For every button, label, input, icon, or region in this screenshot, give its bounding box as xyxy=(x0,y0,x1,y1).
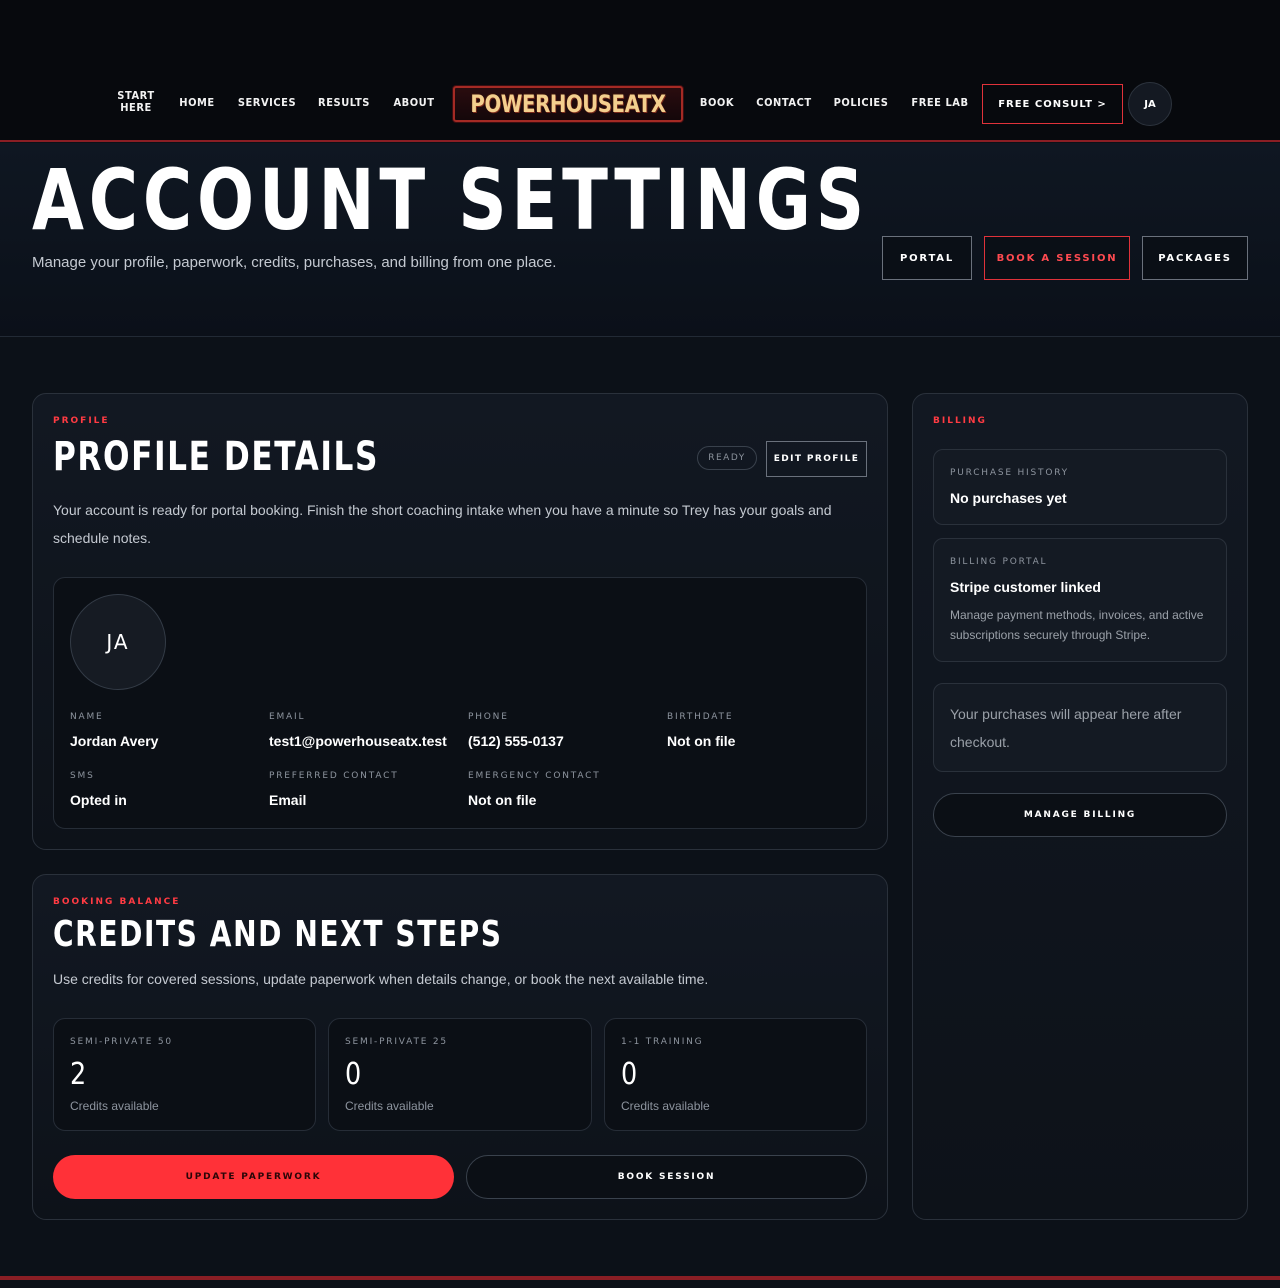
nav-policies[interactable]: POLICIES xyxy=(831,62,890,142)
billing-portal-value: Stripe customer linked xyxy=(950,579,1101,595)
purchase-history-box: PURCHASE HISTORY No purchases yet xyxy=(933,449,1227,525)
credit-box-semi-private-50: SEMI-PRIVATE 50 2 Credits available xyxy=(53,1018,316,1131)
nav-home[interactable]: HOME xyxy=(175,62,220,142)
credit-label: 1-1 TRAINING xyxy=(621,1037,704,1047)
nav-free-lab[interactable]: FREE LAB xyxy=(909,62,970,142)
credits-title: CREDITS AND NEXT STEPS xyxy=(53,914,503,955)
nav-book[interactable]: BOOK xyxy=(696,62,737,142)
purchase-history-label: PURCHASE HISTORY xyxy=(950,468,1069,478)
credit-sub: Credits available xyxy=(345,1099,434,1113)
top-strip xyxy=(0,0,1280,62)
nav-contact[interactable]: CONTACT xyxy=(755,62,813,142)
page-title: ACCOUNT SETTINGS xyxy=(32,151,869,249)
field-value-sms: Opted in xyxy=(70,792,127,808)
credit-sub: Credits available xyxy=(621,1099,710,1113)
credit-label: SEMI-PRIVATE 50 xyxy=(70,1037,173,1047)
nav-results[interactable]: RESULTS xyxy=(315,62,373,142)
manage-billing-button[interactable]: MANAGE BILLING xyxy=(933,793,1227,837)
purchases-empty-note: Your purchases will appear here after ch… xyxy=(950,706,1182,750)
status-badge: READY xyxy=(697,446,757,470)
credit-count: 2 xyxy=(70,1057,87,1092)
credit-sub: Credits available xyxy=(70,1099,159,1113)
field-label-birthdate: BIRTHDATE xyxy=(667,712,734,722)
purchase-history-value: No purchases yet xyxy=(950,490,1067,506)
purchases-empty-box: Your purchases will appear here after ch… xyxy=(933,683,1227,772)
update-paperwork-button[interactable]: UPDATE PAPERWORK xyxy=(53,1155,454,1199)
nav-about[interactable]: ABOUT xyxy=(391,62,438,142)
packages-button[interactable]: PACKAGES xyxy=(1142,236,1248,280)
profile-info-box xyxy=(53,577,867,829)
field-value-name: Jordan Avery xyxy=(70,733,159,749)
field-label-email: EMAIL xyxy=(269,712,306,722)
credit-box-semi-private-25: SEMI-PRIVATE 25 0 Credits available xyxy=(328,1018,592,1131)
field-label-name: NAME xyxy=(70,712,104,722)
brand-logo[interactable]: POWERHOUSEATX xyxy=(453,86,683,122)
nav-start-here[interactable]: START HERE xyxy=(114,62,157,142)
page-subtitle: Manage your profile, paperwork, credits,… xyxy=(32,254,557,271)
book-session-button[interactable]: BOOK SESSION xyxy=(466,1155,867,1199)
credit-count: 0 xyxy=(621,1057,638,1092)
bottom-accent-bar xyxy=(0,1276,1280,1280)
billing-portal-box: BILLING PORTAL Stripe customer linked Ma… xyxy=(933,538,1227,662)
billing-eyebrow: BILLING xyxy=(933,416,987,426)
user-avatar-button[interactable]: JA xyxy=(1128,82,1172,126)
avatar: JA xyxy=(70,594,166,690)
billing-portal-note: Manage payment methods, invoices, and ac… xyxy=(950,608,1204,642)
credit-label: SEMI-PRIVATE 25 xyxy=(345,1037,448,1047)
field-label-emergency-contact: EMERGENCY CONTACT xyxy=(468,771,601,781)
nav-start-here-line2: HERE xyxy=(120,101,152,114)
field-value-email: test1@powerhouseatx.test xyxy=(269,733,447,749)
portal-button[interactable]: PORTAL xyxy=(882,236,972,280)
nav-services[interactable]: SERVICES xyxy=(236,62,299,142)
credits-eyebrow: BOOKING BALANCE xyxy=(53,897,181,907)
credit-count: 0 xyxy=(345,1057,362,1092)
free-consult-button[interactable]: FREE CONSULT > xyxy=(982,84,1123,124)
field-label-preferred-contact: PREFERRED CONTACT xyxy=(269,771,399,781)
profile-title: PROFILE DETAILS xyxy=(53,434,379,480)
field-label-phone: PHONE xyxy=(468,712,509,722)
book-a-session-button[interactable]: BOOK A SESSION xyxy=(984,236,1130,280)
edit-profile-button[interactable]: EDIT PROFILE xyxy=(766,441,867,477)
brand-logo-text: POWERHOUSEATX xyxy=(470,90,666,118)
field-value-emergency-contact: Not on file xyxy=(468,792,537,808)
profile-eyebrow: PROFILE xyxy=(53,416,110,426)
field-label-sms: SMS xyxy=(70,771,95,781)
profile-description: Your account is ready for portal booking… xyxy=(53,502,832,546)
credit-box-1-1-training: 1-1 TRAINING 0 Credits available xyxy=(604,1018,867,1131)
billing-portal-label: BILLING PORTAL xyxy=(950,557,1048,567)
field-value-preferred-contact: Email xyxy=(269,792,307,808)
credits-description: Use credits for covered sessions, update… xyxy=(53,971,709,987)
field-value-birthdate: Not on file xyxy=(667,733,736,749)
field-value-phone: (512) 555-0137 xyxy=(468,733,564,749)
